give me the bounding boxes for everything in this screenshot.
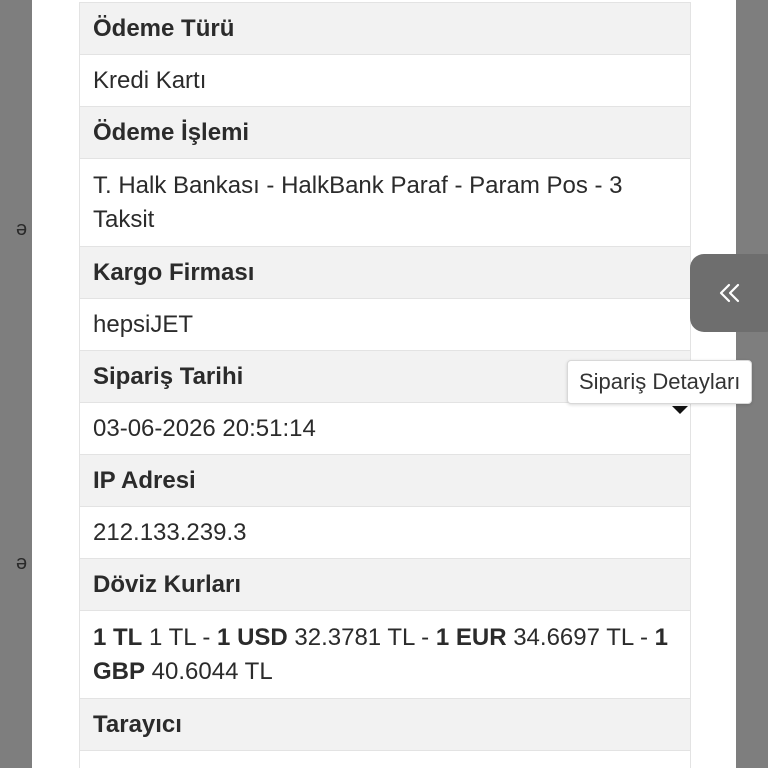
payment-type-value: Kredi Kartı	[80, 55, 690, 107]
ip-value: 212.133.239.3	[80, 507, 690, 559]
payment-type-label: Ödeme Türü	[80, 2, 690, 55]
cargo-value: hepsiJET	[80, 299, 690, 351]
payment-process-value: T. Halk Bankası - HalkBank Paraf - Param…	[80, 159, 690, 247]
order-details-toggle-button[interactable]	[690, 254, 768, 332]
browser-label: Tarayıcı	[80, 699, 690, 751]
double-chevron-left-icon	[718, 281, 742, 305]
fx-label: Döviz Kurları	[80, 559, 690, 611]
payment-process-text: T. Halk Bankası - HalkBank Paraf - Param…	[93, 171, 623, 233]
payment-process-label: Ödeme İşlemi	[80, 107, 690, 159]
fx-eur-code: 1 EUR	[435, 623, 507, 651]
fx-usd-code: 1 USD	[217, 623, 288, 651]
background-text: ə	[16, 218, 28, 240]
fx-gbp-value: 40.6044 TL	[145, 657, 273, 685]
fx-tl-code: 1 TL	[93, 623, 143, 651]
fx-tl-value: 1 TL -	[142, 623, 218, 651]
fx-value: 1 TL 1 TL - 1 USD 32.3781 TL - 1 EUR 34.…	[80, 611, 690, 699]
fx-eur-value: 34.6697 TL -	[506, 623, 655, 651]
cargo-label: Kargo Firması	[80, 247, 690, 299]
order-details-tooltip: Sipariş Detayları	[567, 360, 753, 404]
order-date-value: 03-06-2026 20:51:14	[80, 403, 690, 455]
fx-rates-text: 1 TL 1 TL - 1 USD 32.3781 TL - 1 EUR 34.…	[93, 621, 677, 689]
background-text: ə	[16, 552, 28, 574]
browser-value	[80, 751, 690, 768]
tooltip-arrow	[672, 406, 688, 414]
ip-label: IP Adresi	[80, 455, 690, 507]
fx-usd-value: 32.3781 TL -	[287, 623, 436, 651]
